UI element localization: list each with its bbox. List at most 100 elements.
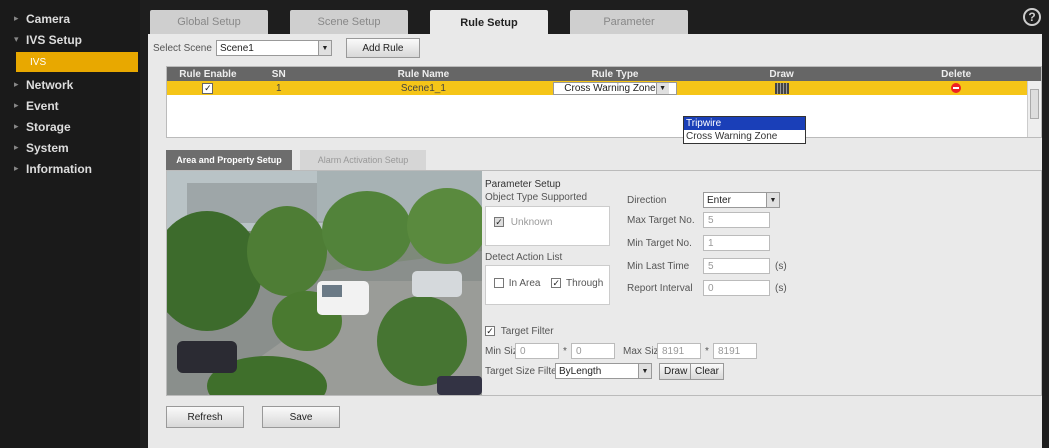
sidebar-item-label: Camera [26,11,71,26]
chevron-down-icon: ▼ [766,193,779,207]
option-cross-warning-zone[interactable]: Cross Warning Zone [684,130,805,143]
camera-preview[interactable] [167,171,482,395]
in-area-label: In Area [508,278,541,289]
rule-sn: 1 [275,82,282,94]
header-delete: Delete [941,68,972,80]
max-target-input[interactable]: 5 [703,212,770,228]
through-label: Through [566,278,604,289]
sub-tab-bar: Area and Property Setup Alarm Activation… [166,150,434,170]
report-interval-input[interactable]: 0 [703,280,770,296]
expand-icon: ▾ [14,34,19,44]
scene-select[interactable]: Scene1 ▼ [215,40,332,56]
min-target-input[interactable]: 1 [703,235,770,251]
bullet-icon: ▸ [14,163,19,173]
chevron-down-icon: ▼ [317,41,331,55]
sidebar-subitem-ivs[interactable]: IVS [16,52,138,72]
delete-icon[interactable] [951,83,962,93]
scene-select-value: Scene1 [219,42,254,54]
sidebar-item-system[interactable]: ▸ System [0,137,140,158]
sidebar-item-label: System [26,140,69,155]
header-sn: SN [271,68,286,80]
seconds-unit: (s) [775,261,787,272]
max-size-height-input[interactable]: 8191 [713,343,757,359]
rule-type-dropdown: Tripwire Cross Warning Zone [683,116,806,144]
tab-alarm-activation-setup[interactable]: Alarm Activation Setup [300,150,426,170]
save-button[interactable]: Save [262,406,340,428]
direction-value: Enter [707,194,731,206]
in-area-checkbox[interactable] [494,278,504,289]
object-type-box: ✓ Unknown [485,206,610,246]
header-draw: Draw [769,68,794,80]
parameter-setup-title: Parameter Setup [485,179,561,190]
header-rule-name: Rule Name [397,68,450,80]
tab-scene-setup[interactable]: Scene Setup [290,10,408,34]
tab-rule-setup[interactable]: Rule Setup [430,10,548,36]
refresh-button[interactable]: Refresh [166,406,244,428]
target-size-filter-select[interactable]: ByLength ▼ [555,363,652,379]
bottom-actions: Refresh Save [166,406,340,428]
sidebar-item-information[interactable]: ▸ Information [0,158,140,179]
draw-button[interactable]: Draw [659,363,693,380]
unknown-label: Unknown [510,217,553,228]
tab-bar: Global Setup Scene Setup Rule Setup Para… [150,10,710,36]
target-size-filter-value: ByLength [559,365,602,377]
setup-box: Parameter Setup Object Type Supported ✓ … [166,170,1042,396]
rule-table-header: Rule Enable SN Rule Name Rule Type Draw … [167,67,1041,81]
through-checkbox[interactable]: ✓ [551,278,562,289]
sidebar: ▸ Camera ▾ IVS Setup IVS ▸ Network ▸ Event ▸… [0,0,140,448]
target-filter-checkbox[interactable]: ✓ [485,326,495,337]
max-size-width-input[interactable]: 8191 [657,343,701,359]
detect-action-box: In Area ✓ Through [485,265,610,305]
table-scrollbar[interactable] [1027,81,1041,137]
scrollbar-thumb[interactable] [1030,89,1039,119]
bullet-icon: ▸ [14,121,19,131]
rule-type-select[interactable]: Cross Warning Zone ▼ [552,81,677,95]
bullet-icon: ▸ [14,100,19,110]
max-target-label: Max Target No. [627,215,695,226]
bullet-icon: ▸ [14,79,19,89]
direction-label: Direction [627,195,667,206]
clear-button[interactable]: Clear [690,363,724,380]
sidebar-item-ivs-setup[interactable]: ▾ IVS Setup [0,29,140,50]
min-size-height-input[interactable]: 0 [571,343,615,359]
table-row[interactable]: ✓ 1 Scene1_1 Cross Warning Zone ▼ [167,81,1041,95]
rule-table: Rule Enable SN Rule Name Rule Type Draw … [166,66,1042,138]
header-rule-enable: Rule Enable [179,68,237,80]
min-last-time-label: Min Last Time [627,261,690,272]
add-rule-button[interactable]: Add Rule [345,38,420,58]
tab-parameter[interactable]: Parameter [570,10,688,34]
report-interval-label: Report Interval [627,283,693,294]
main-area: ? Global Setup Scene Setup Rule Setup Pa… [148,0,1049,448]
tab-global-setup[interactable]: Global Setup [150,10,268,34]
bullet-icon: ▸ [14,142,19,152]
sidebar-item-label: IVS Setup [26,32,83,47]
help-icon[interactable]: ? [1023,8,1041,26]
min-size-width-input[interactable]: 0 [515,343,559,359]
direction-select[interactable]: Enter ▼ [703,192,780,208]
sidebar-item-event[interactable]: ▸ Event [0,95,140,116]
detect-action-label: Detect Action List [485,252,563,263]
sidebar-item-network[interactable]: ▸ Network [0,74,140,95]
camera-scene-image [167,171,482,395]
chevron-down-icon: ▼ [638,364,651,378]
target-filter-label: Target Filter [500,326,554,337]
min-target-label: Min Target No. [627,238,692,249]
sidebar-item-camera[interactable]: ▸ Camera [0,8,140,29]
rule-enable-checkbox[interactable]: ✓ [202,82,214,94]
draw-icon[interactable] [774,82,789,94]
tab-area-property-setup[interactable]: Area and Property Setup [166,150,292,170]
seconds-unit: (s) [775,283,787,294]
sidebar-item-storage[interactable]: ▸ Storage [0,116,140,137]
sidebar-item-label: Event [26,98,59,113]
min-last-time-input[interactable]: 5 [703,258,770,274]
sidebar-item-label: Network [26,77,74,92]
object-type-label: Object Type Supported [485,192,588,203]
size-separator: * [705,346,709,357]
header-rule-type: Rule Type [591,68,639,80]
sidebar-item-label: Information [26,161,92,176]
scene-selector-row: Select Scene Scene1 ▼ Add Rule [153,38,420,58]
select-scene-label: Select Scene [153,42,212,54]
unknown-checkbox[interactable]: ✓ [494,217,504,228]
option-tripwire[interactable]: Tripwire [684,117,805,130]
sidebar-item-label: Storage [26,119,71,134]
